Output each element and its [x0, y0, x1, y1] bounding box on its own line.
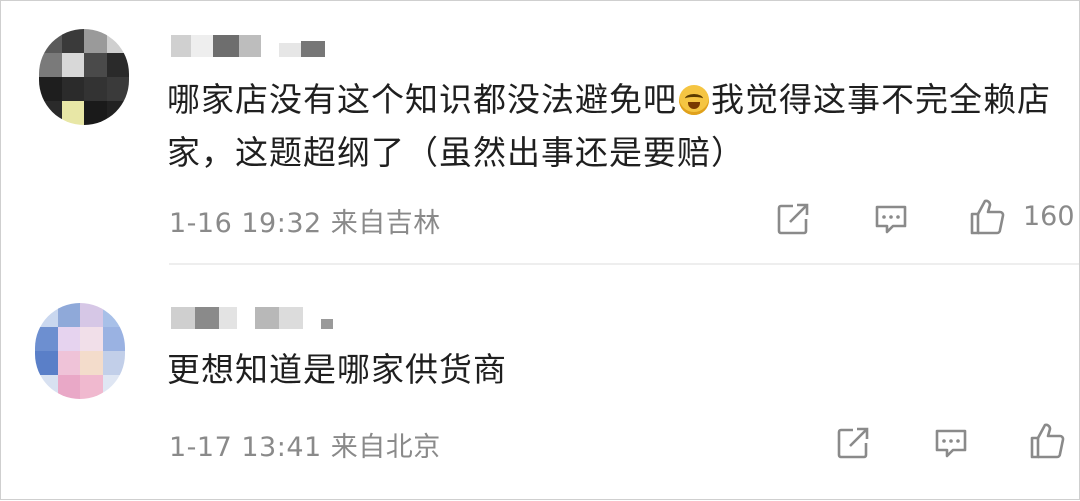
username-blurred[interactable]	[171, 307, 341, 331]
like-icon[interactable]	[1027, 421, 1067, 461]
avatar[interactable]	[39, 29, 129, 125]
like-count: 160	[1023, 201, 1075, 232]
like-icon[interactable]	[967, 197, 1007, 237]
comment-icon[interactable]	[871, 199, 911, 239]
laugh-cry-emoji-icon	[679, 85, 709, 115]
comment-item: 哪家店没有这个知识都没法避免吧 我觉得这事不完全赖店家，这题超纲了（虽然出事还是要…	[1, 1, 1080, 263]
comment-text: 更想知道是哪家供货商	[167, 343, 1067, 396]
avatar[interactable]	[35, 303, 125, 399]
comment-meta: 1-16 19:32 来自吉林	[169, 208, 441, 239]
comment-meta: 1-17 13:41 来自北京	[169, 432, 441, 463]
comment-list: 哪家店没有这个知识都没法避免吧 我觉得这事不完全赖店家，这题超纲了（虽然出事还是要…	[0, 0, 1080, 500]
comment-text-part: 更想知道是哪家供货商	[167, 350, 507, 389]
share-icon[interactable]	[833, 423, 873, 463]
username-blurred[interactable]	[171, 35, 331, 59]
share-icon[interactable]	[773, 199, 813, 239]
comment-text-part: 哪家店没有这个知识都没法避免吧	[167, 80, 677, 119]
comment-icon[interactable]	[931, 423, 971, 463]
comment-item: 更想知道是哪家供货商 1-17 13:41 来自北京	[1, 265, 1080, 501]
comment-text: 哪家店没有这个知识都没法避免吧 我觉得这事不完全赖店家，这题超纲了（虽然出事还是要…	[167, 73, 1067, 179]
